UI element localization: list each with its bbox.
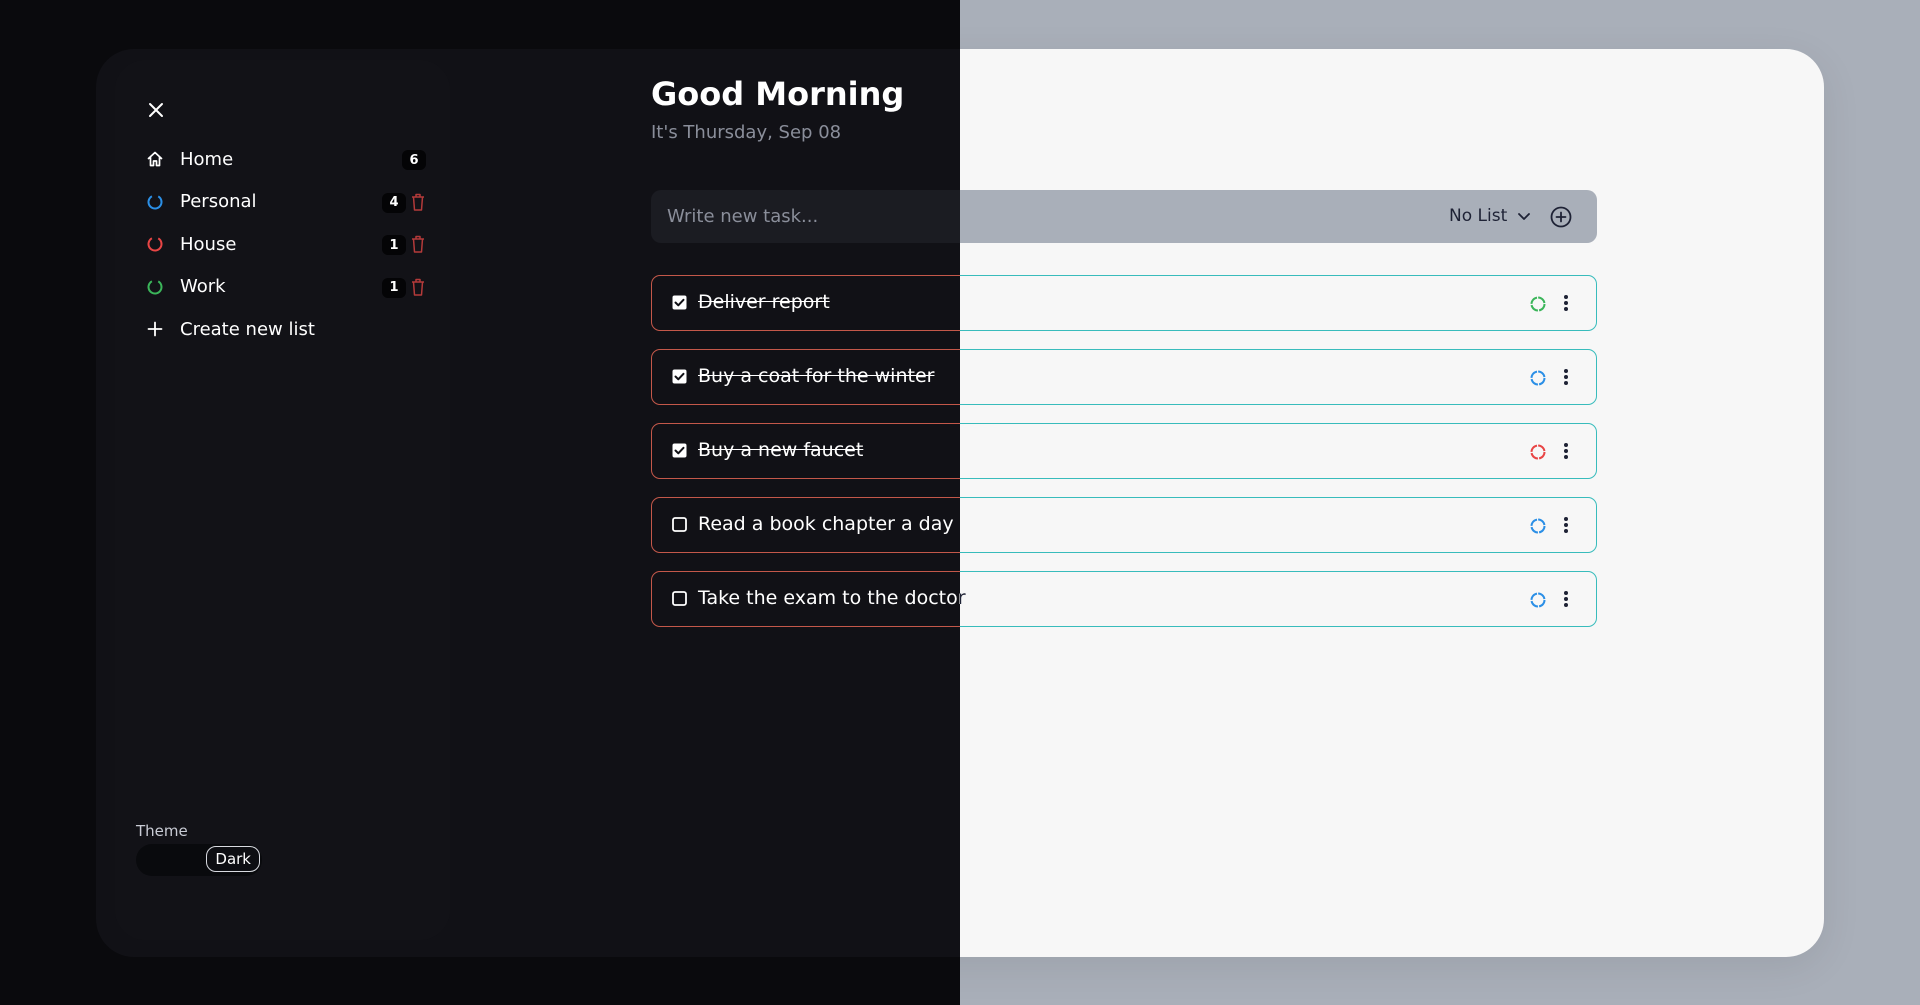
create-list-label: Create new list xyxy=(180,318,315,340)
sidebar-item-label: Home xyxy=(180,148,234,170)
list-ring-icon xyxy=(1530,592,1546,608)
theme-toggle[interactable]: Dark xyxy=(136,844,262,876)
menu-dot xyxy=(1564,591,1568,595)
checkbox-checked-icon[interactable] xyxy=(672,295,687,310)
count-badge: 6 xyxy=(402,150,426,170)
more-options-icon[interactable] xyxy=(1560,367,1572,387)
task-item[interactable]: Buy a coat for the winter xyxy=(651,349,960,405)
task-title: Deliver report xyxy=(698,291,830,313)
delete-list-button[interactable] xyxy=(410,277,426,297)
plus-icon xyxy=(147,321,163,337)
date-subtitle: It's Thursday, Sep 08 xyxy=(651,122,842,143)
chevron-down-icon xyxy=(1518,213,1531,220)
checkbox-icon[interactable] xyxy=(672,591,687,606)
menu-dot xyxy=(1564,369,1568,373)
delete-list-button[interactable] xyxy=(410,192,426,212)
list-ring-icon xyxy=(1530,518,1546,534)
ring-icon xyxy=(147,236,163,252)
home-icon xyxy=(146,150,180,168)
trash-icon xyxy=(412,235,424,253)
menu-dot xyxy=(1564,517,1568,521)
task-title: Buy a coat for the winter xyxy=(698,365,935,387)
theme-value: Dark xyxy=(206,846,260,872)
dark-theme-view: Home 6 Personal 4 House 1 Work 1 Create new list… xyxy=(0,0,960,1005)
sidebar-item-label: House xyxy=(180,233,237,255)
sidebar-item-house[interactable]: House 1 xyxy=(146,223,426,266)
task-list: Deliver report Buy a coat for the winter B… xyxy=(651,275,960,645)
menu-dot xyxy=(1564,307,1568,311)
task-item[interactable]: Buy a new faucet xyxy=(651,423,960,479)
home-icon xyxy=(147,151,163,167)
more-options-icon[interactable] xyxy=(1560,293,1572,313)
menu-dot xyxy=(1564,449,1568,453)
menu-dot xyxy=(1564,523,1568,527)
task-item[interactable]: Read a book chapter a day xyxy=(651,497,960,553)
menu-dot xyxy=(1564,381,1568,385)
list-ring-icon xyxy=(146,193,180,211)
menu-dot xyxy=(1564,295,1568,299)
page-title: Good Morning xyxy=(651,75,905,113)
list-ring-icon xyxy=(146,235,180,253)
more-options-icon[interactable] xyxy=(1560,441,1572,461)
menu-dot xyxy=(1564,597,1568,601)
sidebar-item-label: Personal xyxy=(180,191,257,213)
delete-list-button[interactable] xyxy=(410,234,426,254)
add-task-button[interactable] xyxy=(1549,205,1573,229)
new-task-input[interactable]: Write new task... xyxy=(651,190,960,243)
checkbox-icon[interactable] xyxy=(672,517,687,532)
menu-dot xyxy=(1564,529,1568,533)
count-badge: 1 xyxy=(382,235,406,255)
sidebar-item-work[interactable]: Work 1 xyxy=(146,266,426,309)
checkbox-checked-icon[interactable] xyxy=(672,369,687,384)
list-select-dropdown[interactable]: No List xyxy=(1449,203,1531,229)
ring-icon xyxy=(147,279,163,295)
close-icon xyxy=(149,103,163,117)
sidebar-item-home[interactable]: Home 6 xyxy=(146,138,426,181)
task-title: Read a book chapter a day xyxy=(698,513,954,535)
checkbox-checked-icon[interactable] xyxy=(672,443,687,458)
count-badge: 4 xyxy=(382,192,406,213)
plus-icon xyxy=(146,320,180,338)
close-sidebar-button[interactable] xyxy=(143,97,169,123)
task-title: Take the exam to the doctor xyxy=(698,587,960,609)
list-navigation: Home 6 Personal 4 House 1 Work 1 Create new list xyxy=(146,138,426,351)
create-list-button[interactable]: Create new list xyxy=(146,308,426,351)
list-ring-icon xyxy=(1530,370,1546,386)
plus-circle-icon xyxy=(1550,206,1572,228)
theme-label: Theme xyxy=(136,822,188,840)
menu-dot xyxy=(1564,443,1568,447)
ring-icon xyxy=(147,194,163,210)
list-select-label: No List xyxy=(1449,206,1508,226)
sidebar-item-label: Work xyxy=(180,276,226,298)
task-item[interactable]: Deliver report xyxy=(651,275,960,331)
trash-icon xyxy=(412,278,424,296)
sidebar-item-personal[interactable]: Personal 4 xyxy=(146,181,426,224)
list-ring-icon xyxy=(1530,444,1546,460)
menu-dot xyxy=(1564,301,1568,305)
trash-icon xyxy=(412,193,424,211)
more-options-icon[interactable] xyxy=(1560,515,1572,535)
menu-dot xyxy=(1564,375,1568,379)
menu-dot xyxy=(1564,603,1568,607)
new-task-placeholder: Write new task... xyxy=(667,206,819,227)
more-options-icon[interactable] xyxy=(1560,589,1572,609)
task-item[interactable]: Take the exam to the doctor xyxy=(651,571,960,627)
list-ring-icon xyxy=(146,278,180,296)
menu-dot xyxy=(1564,455,1568,459)
task-title: Buy a new faucet xyxy=(698,439,864,461)
list-ring-icon xyxy=(1530,296,1546,312)
count-badge: 1 xyxy=(382,277,406,298)
